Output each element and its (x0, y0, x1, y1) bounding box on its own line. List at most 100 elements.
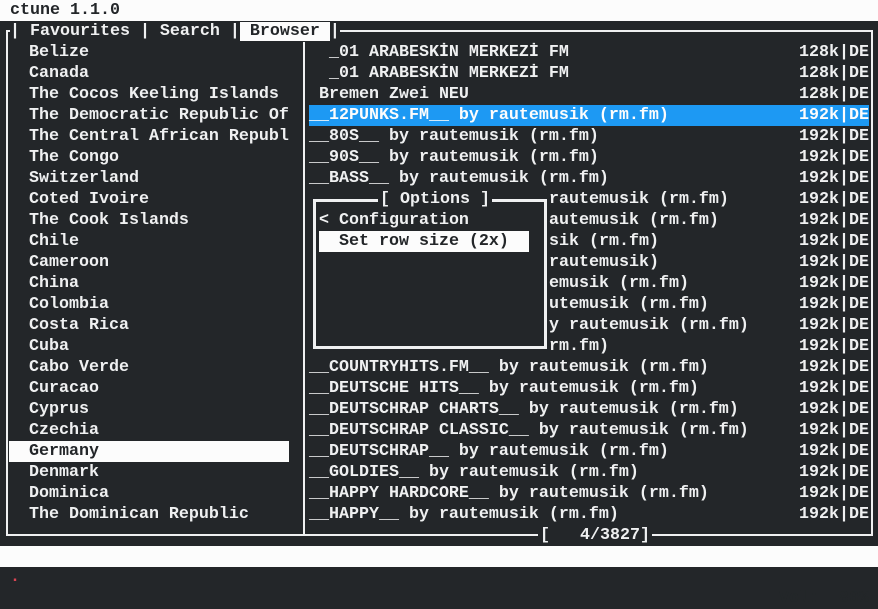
station-name: __DEUTSCHRAP CHARTS__ by rautemusik (rm.… (309, 400, 739, 419)
country-item[interactable]: Cabo Verde (9, 357, 289, 378)
station-row[interactable]: __GOLDIES__ by rautemusik (rm.fm) 192k|DE (309, 462, 869, 483)
tab-browser[interactable]: Browser (239, 22, 330, 41)
station-name-fragment: rautemusik) (549, 253, 659, 272)
station-name-fragment: autemusik (rm.fm) (549, 211, 719, 230)
tab-bar: | Favourites | Search | Browser | (10, 21, 340, 42)
volume-readout: Vol: 80% (779, 589, 869, 608)
station-name-fragment: y rautemusik (rm.fm) (549, 316, 749, 335)
country-item[interactable]: Chile (9, 231, 289, 252)
country-item[interactable]: Switzerland (9, 168, 289, 189)
country-item[interactable]: Coted Ivoire (9, 189, 289, 210)
station-name-fragment: sik (rm.fm) (549, 232, 659, 251)
station-info: 192k|DE (799, 337, 869, 356)
options-item[interactable]: < Configuration (319, 210, 529, 231)
country-item[interactable]: Curacao (9, 378, 289, 399)
station-row[interactable]: __90S__ by rautemusik (rm.fm) 192k|DE (309, 147, 869, 168)
station-info: 192k|DE (799, 358, 869, 377)
station-info: 192k|DE (799, 421, 869, 440)
station-name: __80S__ by rautemusik (rm.fm) (309, 127, 599, 146)
tab-suffix: | (329, 22, 340, 41)
station-row[interactable]: __DEUTSCHRAP CLASSIC__ by rautemusik (rm… (309, 420, 869, 441)
country-item[interactable]: The Congo (9, 147, 289, 168)
status-bar: . Vol: 80% (0, 546, 878, 608)
station-row[interactable]: __DEUTSCHRAP CHARTS__ by rautemusik (rm.… (309, 399, 869, 420)
panel-border-left (6, 30, 8, 536)
station-row[interactable]: __12PUNKS.FM__ by rautemusik (rm.fm) 192k… (309, 105, 869, 126)
country-item[interactable]: Canada (9, 63, 289, 84)
station-row[interactable]: __COUNTRYHITS.FM__ by rautemusik (rm.fm)… (309, 357, 869, 378)
station-info: 192k|DE (799, 274, 869, 293)
station-name-fragment: utemusik (rm.fm) (549, 295, 709, 314)
country-item[interactable]: Czechia (9, 420, 289, 441)
station-row[interactable]: Bremen Zwei NEU 128k|DE (309, 84, 869, 105)
station-name: __GOLDIES__ by rautemusik (rm.fm) (309, 463, 639, 482)
station-info: 192k|DE (799, 232, 869, 251)
country-item[interactable]: Colombia (9, 294, 289, 315)
station-name: __DEUTSCHE HITS__ by rautemusik (rm.fm) (309, 379, 699, 398)
options-item[interactable]: Set row size (2x) (319, 231, 529, 252)
station-row[interactable]: _01 ARABESKİN MERKEZİ FM 128k|DE (309, 42, 869, 63)
station-name-fragment: rm.fm) (549, 337, 609, 356)
station-info: 192k|DE (799, 253, 869, 272)
country-item[interactable]: The Central African Republ (9, 126, 289, 147)
station-info: 192k|DE (799, 463, 869, 482)
country-item[interactable]: Dominica (9, 483, 289, 504)
station-row[interactable]: __BASS__ by rautemusik (rm.fm) 192k|DE (309, 168, 869, 189)
station-info: 192k|DE (799, 295, 869, 314)
country-item[interactable]: Cameroon (9, 252, 289, 273)
station-row[interactable]: __HAPPY__ by rautemusik (rm.fm) 192k|DE (309, 504, 869, 525)
country-item[interactable]: China (9, 273, 289, 294)
station-info: 192k|DE (799, 400, 869, 419)
station-info: 192k|DE (799, 211, 869, 230)
country-item[interactable]: Costa Rica (9, 315, 289, 336)
app-title: ctune 1.1.0 (10, 1, 120, 20)
station-name: _01 ARABESKİN MERKEZİ FM (309, 64, 569, 83)
country-item[interactable]: Cuba (9, 336, 289, 357)
station-info: 192k|DE (799, 169, 869, 188)
panel-border-right (871, 30, 873, 536)
station-name: Bremen Zwei NEU (309, 85, 469, 104)
tab-prefix[interactable]: | Favourites | Search | (10, 22, 240, 41)
country-item[interactable]: Belize (9, 42, 289, 63)
station-info: 128k|DE (799, 85, 869, 104)
country-item[interactable]: The Cook Islands (9, 210, 289, 231)
station-info: 192k|DE (799, 442, 869, 461)
station-info: 192k|DE (799, 484, 869, 503)
country-item[interactable]: The Dominican Republic (9, 504, 289, 525)
station-name: __DEUTSCHRAP__ by rautemusik (rm.fm) (309, 442, 669, 461)
station-info: 128k|DE (799, 64, 869, 83)
station-name-fragment: emusik (rm.fm) (549, 274, 689, 293)
station-name: __COUNTRYHITS.FM__ by rautemusik (rm.fm) (309, 358, 709, 377)
panel-border-bottom (6, 534, 873, 536)
station-info: 192k|DE (799, 190, 869, 209)
station-name: __90S__ by rautemusik (rm.fm) (309, 148, 599, 167)
country-item[interactable]: Germany (9, 441, 289, 462)
station-row[interactable]: __80S__ by rautemusik (rm.fm) 192k|DE (309, 126, 869, 147)
station-row[interactable]: _01 ARABESKİN MERKEZİ FM 128k|DE (309, 63, 869, 84)
station-info: 192k|DE (799, 505, 869, 524)
station-name: __HAPPY HARDCORE__ by rautemusik (rm.fm) (309, 484, 709, 503)
station-info: 128k|DE (799, 43, 869, 62)
station-name-fragment: rautemusik (rm.fm) (549, 190, 729, 209)
station-row[interactable]: __DEUTSCHRAP__ by rautemusik (rm.fm) 192k… (309, 441, 869, 462)
station-name: __DEUTSCHRAP CLASSIC__ by rautemusik (rm… (309, 421, 749, 440)
station-info: 192k|DE (799, 127, 869, 146)
station-name: __12PUNKS.FM__ by rautemusik (rm.fm) (309, 106, 669, 125)
station-info: 192k|DE (799, 148, 869, 167)
options-title: [ Options ] (378, 189, 492, 210)
station-row[interactable]: __HAPPY HARDCORE__ by rautemusik (rm.fm)… (309, 483, 869, 504)
country-item[interactable]: The Cocos Keeling Islands (9, 84, 289, 105)
status-indicator: . (10, 568, 20, 587)
station-name: __HAPPY__ by rautemusik (rm.fm) (309, 505, 619, 524)
country-item[interactable]: Denmark (9, 462, 289, 483)
country-item[interactable]: The Democratic Republic Of (9, 105, 289, 126)
panel-divider (303, 42, 305, 536)
station-info: 192k|DE (799, 106, 869, 125)
station-info: 192k|DE (799, 379, 869, 398)
station-name: _01 ARABESKİN MERKEZİ FM (309, 43, 569, 62)
station-row[interactable]: __DEUTSCHE HITS__ by rautemusik (rm.fm) 1… (309, 378, 869, 399)
station-name: __BASS__ by rautemusik (rm.fm) (309, 169, 609, 188)
country-item[interactable]: Cyprus (9, 399, 289, 420)
station-info: 192k|DE (799, 316, 869, 335)
station-counter: [ 4/3827] (538, 525, 652, 546)
